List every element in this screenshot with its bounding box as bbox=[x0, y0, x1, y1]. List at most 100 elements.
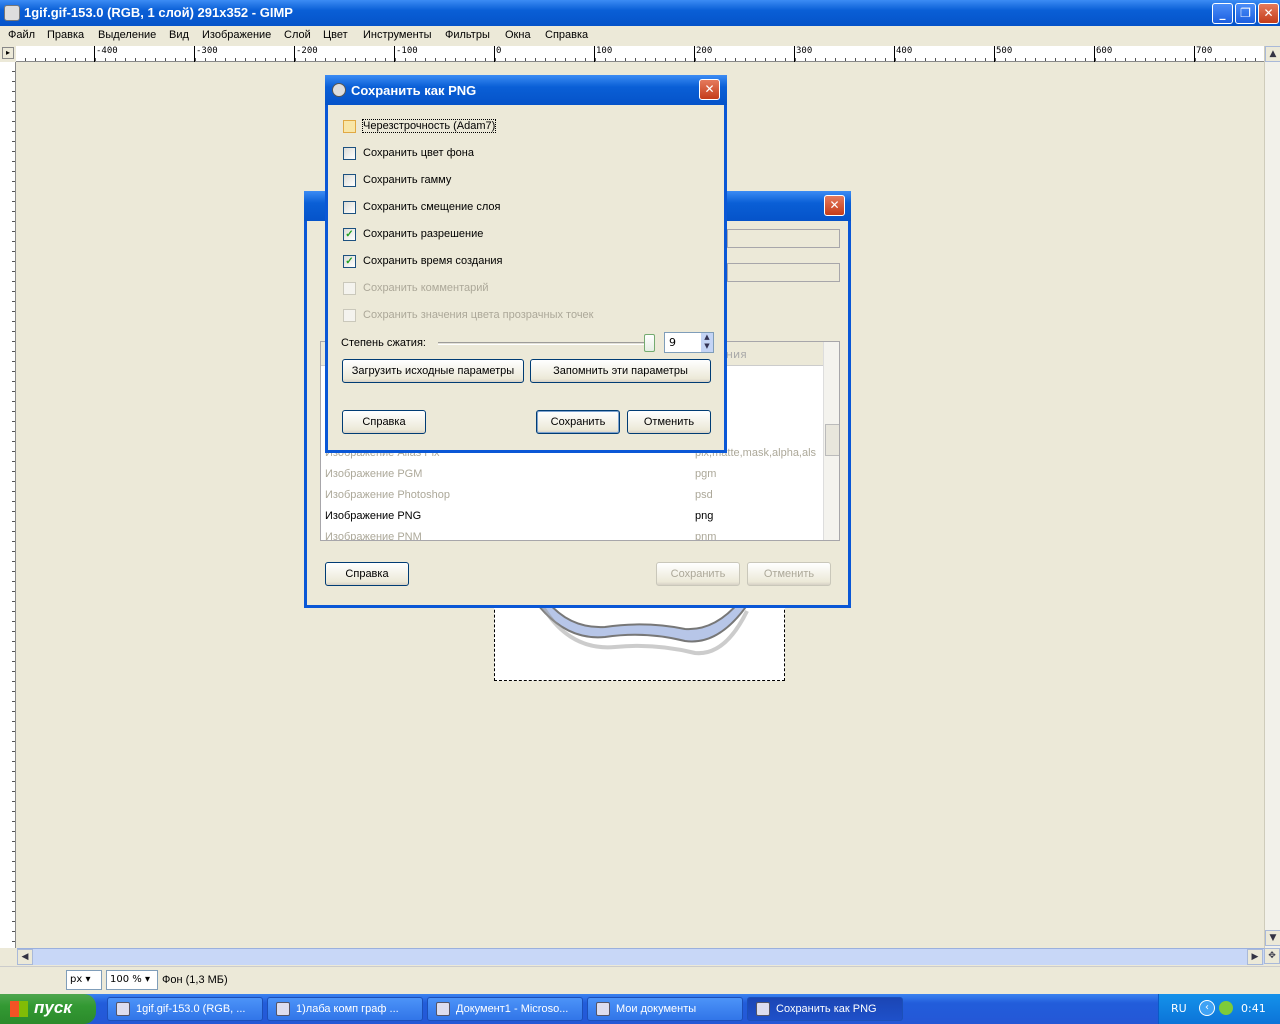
save-image-cancel-button[interactable]: Отменить bbox=[747, 562, 831, 586]
taskbar-item-label: Документ1 - Microso... bbox=[456, 1003, 569, 1015]
checkbox-box[interactable] bbox=[343, 147, 356, 160]
checkbox-box[interactable] bbox=[343, 282, 356, 295]
folder-select[interactable] bbox=[727, 263, 840, 282]
file-type-row[interactable]: Изображение PNG png bbox=[325, 510, 821, 531]
ruler-tick: -300 bbox=[194, 46, 218, 62]
quick-mask-toggle[interactable]: ▸ bbox=[2, 47, 14, 59]
checkbox-label: Сохранить время создания bbox=[363, 255, 503, 267]
gimp-icon bbox=[756, 1002, 770, 1016]
unit-select[interactable]: px ▾ bbox=[66, 970, 102, 990]
ruler-tick: 600 bbox=[1094, 46, 1112, 62]
scroll-right-arrow[interactable]: ▶ bbox=[1247, 949, 1263, 965]
load-defaults-button[interactable]: Загрузить исходные параметры bbox=[342, 359, 524, 383]
save-png-dialog-close-button[interactable]: ✕ bbox=[699, 79, 720, 100]
file-type-ext: png bbox=[695, 510, 714, 522]
checkbox-box[interactable] bbox=[343, 174, 356, 187]
save-image-save-button[interactable]: Сохранить bbox=[656, 562, 740, 586]
scroll-up-arrow[interactable]: ▲ bbox=[1265, 46, 1280, 62]
zoom-value: 100 % bbox=[110, 974, 142, 985]
spin-arrows-icon[interactable]: ▲ ▼ bbox=[701, 333, 713, 352]
taskbar-item-gimp[interactable]: 1gif.gif-153.0 (RGB, ... bbox=[107, 997, 263, 1021]
save-png-dialog-title-bar[interactable]: Сохранить как PNG ✕ bbox=[325, 75, 727, 105]
menu-layer[interactable]: Слой bbox=[284, 29, 311, 41]
word-icon bbox=[436, 1002, 450, 1016]
gimp-icon bbox=[116, 1002, 130, 1016]
window-title-bar[interactable]: 1gif.gif-153.0 (RGB, 1 слой) 291x352 - G… bbox=[0, 0, 1280, 26]
checkbox-checked-icon[interactable]: ✓ bbox=[343, 228, 356, 241]
taskbar-item-my-documents[interactable]: Мои документы bbox=[587, 997, 743, 1021]
filename-field[interactable] bbox=[727, 229, 840, 248]
png-save-button[interactable]: Сохранить bbox=[536, 410, 620, 434]
vertical-scrollbar[interactable]: ▲ ▼ bbox=[1264, 46, 1280, 948]
horizontal-scrollbar[interactable]: ◀ ▶ bbox=[17, 948, 1264, 965]
checkbox-box[interactable] bbox=[343, 309, 356, 322]
menu-view[interactable]: Вид bbox=[169, 29, 189, 41]
taskbar-item-label: 1gif.gif-153.0 (RGB, ... bbox=[136, 1003, 246, 1015]
close-button[interactable]: ✕ bbox=[1258, 3, 1279, 24]
save-png-dialog-title: Сохранить как PNG bbox=[351, 83, 477, 98]
scrollbar-thumb[interactable] bbox=[825, 424, 839, 456]
ruler-tick: -400 bbox=[94, 46, 118, 62]
checkbox-label: Сохранить смещение слоя bbox=[363, 201, 501, 213]
unit-value: px bbox=[70, 974, 83, 985]
maximize-button[interactable]: ❐ bbox=[1235, 3, 1256, 24]
taskbar-item-word-document1[interactable]: Документ1 - Microso... bbox=[427, 997, 583, 1021]
status-bar: px ▾ 100 % ▾ Фон (1,3 МБ) bbox=[0, 966, 1280, 994]
ruler-tick: 700 bbox=[1194, 46, 1212, 62]
checkbox-label: Сохранить гамму bbox=[363, 174, 452, 186]
menu-filters[interactable]: Фильтры bbox=[445, 29, 490, 41]
file-type-row[interactable]: Изображение Photoshop psd bbox=[325, 489, 821, 510]
network-icon[interactable] bbox=[1219, 1001, 1233, 1015]
windows-logo-icon bbox=[10, 1001, 28, 1017]
show-hidden-icons-icon[interactable]: ‹ bbox=[1199, 1000, 1215, 1016]
save-defaults-button[interactable]: Запомнить эти параметры bbox=[530, 359, 711, 383]
menu-tools[interactable]: Инструменты bbox=[363, 29, 432, 41]
file-type-name: Изображение PGM bbox=[325, 468, 423, 480]
start-button[interactable]: пуск bbox=[0, 994, 96, 1024]
file-type-name: Изображение Photoshop bbox=[325, 489, 450, 501]
file-type-ext: pgm bbox=[695, 468, 717, 480]
taskbar-item-word-doc[interactable]: 1)лаба комп граф ... bbox=[267, 997, 423, 1021]
checkbox-checked-icon[interactable]: ✓ bbox=[343, 255, 356, 268]
menu-windows[interactable]: Окна bbox=[505, 29, 531, 41]
ruler-tick: 300 bbox=[794, 46, 812, 62]
menu-select[interactable]: Выделение bbox=[98, 29, 156, 41]
clock: 0:41 bbox=[1241, 1002, 1266, 1015]
file-type-row[interactable]: Изображение PGM pgm bbox=[325, 468, 821, 489]
system-tray: RU ‹ 0:41 bbox=[1158, 994, 1280, 1024]
navigate-icon[interactable]: ✥ bbox=[1264, 948, 1280, 964]
minimize-button[interactable]: _ bbox=[1212, 3, 1233, 24]
scroll-left-arrow[interactable]: ◀ bbox=[17, 949, 33, 965]
menu-file[interactable]: Файл bbox=[8, 29, 35, 41]
save-image-dialog-close-button[interactable]: ✕ bbox=[824, 195, 845, 216]
checkbox-box[interactable] bbox=[343, 120, 356, 133]
taskbar-item-label: 1)лаба комп граф ... bbox=[296, 1003, 399, 1015]
checkbox-label: Сохранить цвет фона bbox=[363, 147, 474, 159]
layer-info: Фон (1,3 МБ) bbox=[162, 974, 228, 986]
menu-image[interactable]: Изображение bbox=[202, 29, 271, 41]
png-help-button[interactable]: Справка bbox=[342, 410, 426, 434]
menu-color[interactable]: Цвет bbox=[323, 29, 348, 41]
language-indicator[interactable]: RU bbox=[1171, 1002, 1187, 1015]
checkbox-box[interactable] bbox=[343, 201, 356, 214]
ruler-tick: 200 bbox=[694, 46, 712, 62]
word-icon bbox=[276, 1002, 290, 1016]
zoom-select[interactable]: 100 % ▾ bbox=[106, 970, 158, 990]
save-image-help-button[interactable]: Справка bbox=[325, 562, 409, 586]
checkbox-label: Сохранить значения цвета прозрачных точе… bbox=[363, 309, 594, 321]
menu-edit[interactable]: Правка bbox=[47, 29, 84, 41]
compression-slider[interactable] bbox=[438, 342, 648, 345]
checkbox-label: Черезстрочность (Adam7) bbox=[361, 119, 497, 133]
gimp-app-icon[interactable] bbox=[4, 5, 20, 21]
file-type-row[interactable]: Изображение PNM pnm bbox=[325, 531, 821, 540]
file-type-list-scrollbar[interactable] bbox=[823, 342, 839, 540]
png-cancel-button[interactable]: Отменить bbox=[627, 410, 711, 434]
scroll-down-arrow[interactable]: ▼ bbox=[1265, 930, 1280, 946]
ruler-tick: 0 bbox=[494, 46, 501, 62]
compression-slider-handle[interactable] bbox=[644, 334, 655, 352]
menu-bar: Файл Правка Выделение Вид Изображение Сл… bbox=[0, 26, 1280, 46]
image-content[interactable] bbox=[494, 600, 785, 681]
compression-spinbox[interactable]: 9 ▲ ▼ bbox=[664, 332, 714, 353]
menu-help[interactable]: Справка bbox=[545, 29, 588, 41]
taskbar-item-save-png[interactable]: Сохранить как PNG bbox=[747, 997, 903, 1021]
